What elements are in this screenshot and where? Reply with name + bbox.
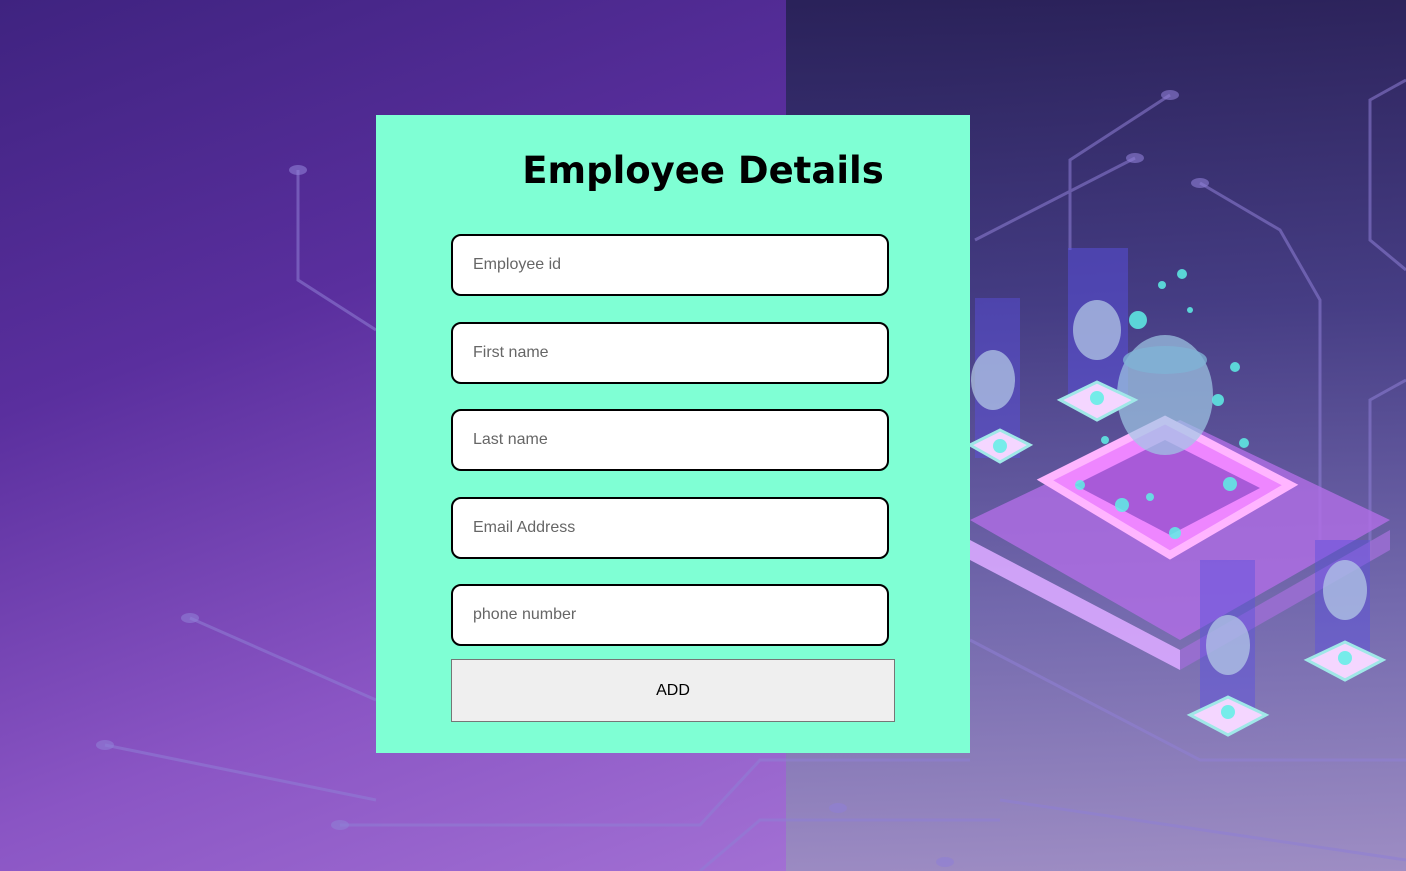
- last-name-input[interactable]: [451, 409, 889, 471]
- email-address-input[interactable]: [451, 497, 889, 559]
- employee-id-input[interactable]: [451, 234, 889, 296]
- first-name-input[interactable]: [451, 322, 889, 384]
- add-button[interactable]: ADD: [451, 659, 895, 722]
- phone-number-input[interactable]: [451, 584, 889, 646]
- form-title: Employee Details: [522, 149, 884, 192]
